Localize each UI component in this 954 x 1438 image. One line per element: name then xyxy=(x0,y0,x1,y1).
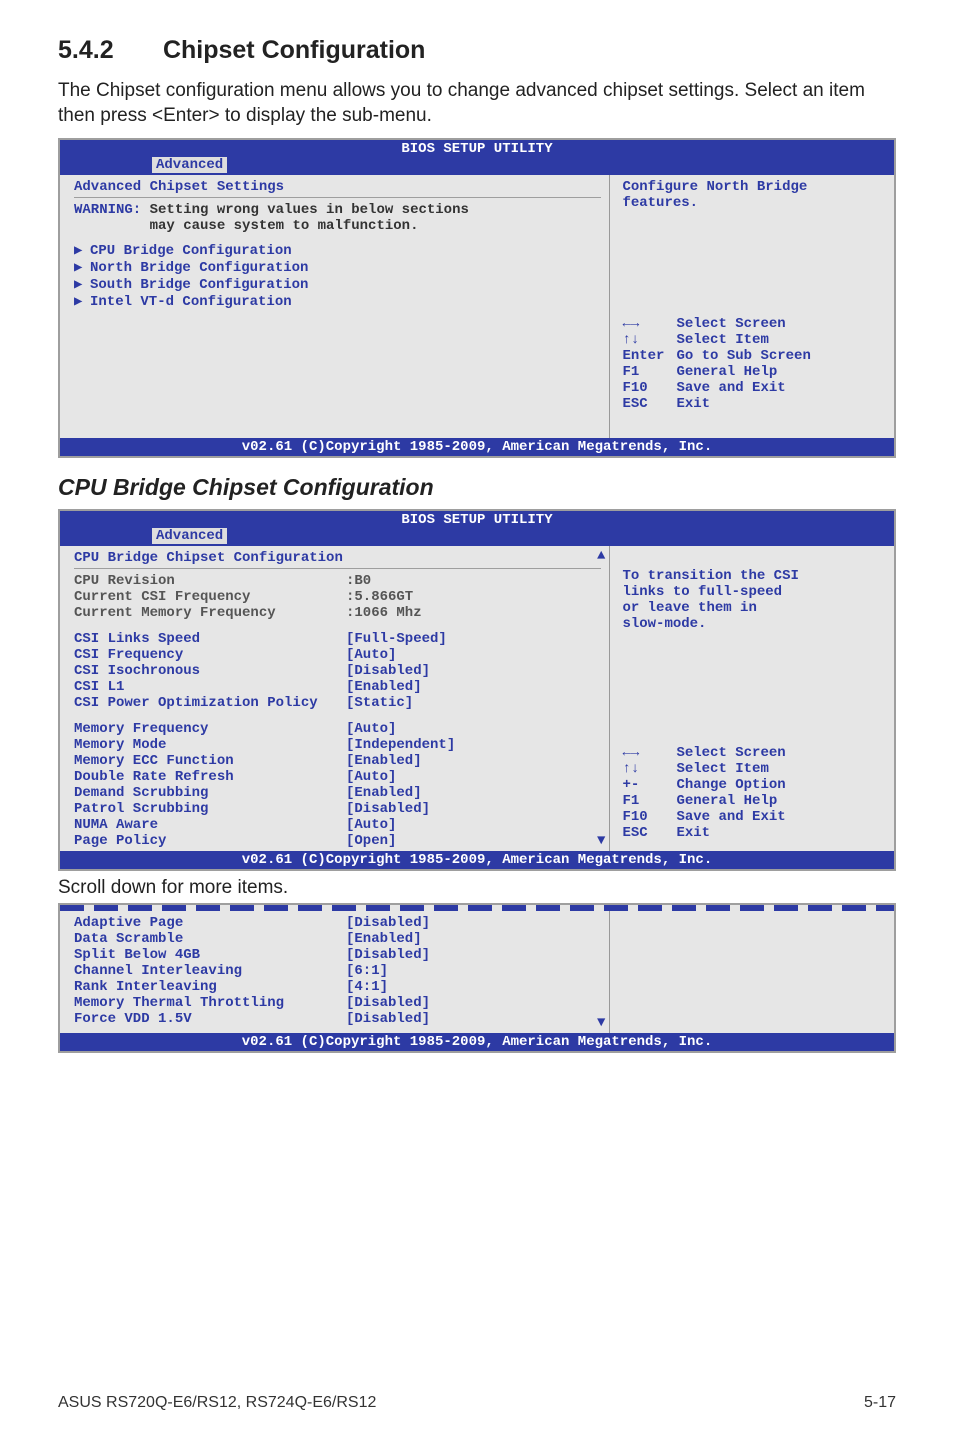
bios-tab-advanced[interactable]: Advanced xyxy=(152,157,227,173)
footer-left: ASUS RS720Q-E6/RS12, RS724Q-E6/RS12 xyxy=(58,1394,376,1412)
bios-pane-heading: CPU Bridge Chipset Configuration xyxy=(74,550,601,566)
nav-f1: F1General Help xyxy=(622,793,886,809)
bios-help-line: links to full-speed xyxy=(622,584,886,600)
bios-tab-bar: Advanced xyxy=(60,528,894,546)
submenu-arrow-icon: ▶ xyxy=(74,259,90,276)
nav-select-item: ↑↓Select Item xyxy=(622,761,886,777)
menu-label: South Bridge Configuration xyxy=(90,277,308,293)
divider xyxy=(74,568,601,569)
bios-header-title: BIOS SETUP UTILITY xyxy=(60,141,894,157)
nav-enter: EnterGo to Sub Screen xyxy=(622,348,886,364)
opt-csi-l1[interactable]: CSI L1[Enabled] xyxy=(74,679,601,695)
fragment-left-pane: Adaptive Page[Disabled] Data Scramble[En… xyxy=(60,911,610,1033)
nav-select-screen: ←→Select Screen xyxy=(622,745,886,761)
opt-rank-interleaving[interactable]: Rank Interleaving[4:1] xyxy=(74,979,601,995)
bios-screenshot-1: BIOS SETUP UTILITY Advanced Advanced Chi… xyxy=(58,138,896,458)
menu-item-intel-vtd[interactable]: ▶ Intel VT-d Configuration xyxy=(74,293,601,310)
opt-channel-interleaving[interactable]: Channel Interleaving[6:1] xyxy=(74,963,601,979)
menu-label: Intel VT-d Configuration xyxy=(90,294,292,310)
opt-csi-links-speed[interactable]: CSI Links Speed[Full-Speed] xyxy=(74,631,601,647)
opt-data-scramble[interactable]: Data Scramble[Enabled] xyxy=(74,931,601,947)
scroll-up-icon[interactable]: ▲ xyxy=(597,548,605,564)
opt-mem-ecc[interactable]: Memory ECC Function[Enabled] xyxy=(74,753,601,769)
submenu-arrow-icon: ▶ xyxy=(74,242,90,259)
bios-scroll-fragment: Adaptive Page[Disabled] Data Scramble[En… xyxy=(58,903,896,1053)
bios-screenshot-2: BIOS SETUP UTILITY Advanced ▲ CPU Bridge… xyxy=(58,509,896,871)
bios-left-pane: ▲ CPU Bridge Chipset Configuration CPU R… xyxy=(60,546,610,851)
nav-change-option: +-Change Option xyxy=(622,777,886,793)
menu-item-north-bridge[interactable]: ▶ North Bridge Configuration xyxy=(74,259,601,276)
opt-patrol-scrubbing[interactable]: Patrol Scrubbing[Disabled] xyxy=(74,801,601,817)
divider xyxy=(74,197,601,198)
readonly-cpu-revision: CPU Revision:B0 xyxy=(74,573,601,589)
bios-help-line: To transition the CSI xyxy=(622,568,886,584)
submenu-arrow-icon: ▶ xyxy=(74,293,90,310)
opt-force-vdd[interactable]: Force VDD 1.5V[Disabled] xyxy=(74,1011,601,1027)
nav-esc: ESCExit xyxy=(622,396,886,412)
menu-label: North Bridge Configuration xyxy=(90,260,308,276)
nav-f10: F10Save and Exit xyxy=(622,380,886,396)
bios-pane-heading: Advanced Chipset Settings xyxy=(74,179,601,195)
bios-warning-line2: may cause system to malfunction. xyxy=(150,218,469,234)
bios-warning-label: WARNING: xyxy=(74,202,141,234)
menu-item-south-bridge[interactable]: ▶ South Bridge Configuration xyxy=(74,276,601,293)
fragment-right-pane xyxy=(610,911,894,1033)
opt-numa-aware[interactable]: NUMA Aware[Auto] xyxy=(74,817,601,833)
opt-adaptive-page[interactable]: Adaptive Page[Disabled] xyxy=(74,915,601,931)
bios-tab-bar: Advanced xyxy=(60,157,894,175)
opt-page-policy[interactable]: Page Policy[Open] xyxy=(74,833,601,849)
opt-csi-isochronous[interactable]: CSI Isochronous[Disabled] xyxy=(74,663,601,679)
opt-demand-scrubbing[interactable]: Demand Scrubbing[Enabled] xyxy=(74,785,601,801)
bios-help-line: features. xyxy=(622,195,886,211)
opt-csi-power-opt[interactable]: CSI Power Optimization Policy[Static] xyxy=(74,695,601,711)
bios-right-pane: To transition the CSI links to full-spee… xyxy=(610,546,894,851)
bios-warning-line1: Setting wrong values in below sections xyxy=(150,202,469,218)
nav-esc: ESCExit xyxy=(622,825,886,841)
bios-help-line: or leave them in xyxy=(622,600,886,616)
nav-f1: F1General Help xyxy=(622,364,886,380)
opt-mem-mode[interactable]: Memory Mode[Independent] xyxy=(74,737,601,753)
bios-tab-advanced[interactable]: Advanced xyxy=(152,528,227,544)
bios-left-pane: Advanced Chipset Settings WARNING: Setti… xyxy=(60,175,610,438)
section-title-text: Chipset Configuration xyxy=(163,36,425,64)
nav-select-screen: ←→Select Screen xyxy=(622,316,886,332)
opt-mem-frequency[interactable]: Memory Frequency[Auto] xyxy=(74,721,601,737)
readonly-mem-freq: Current Memory Frequency:1066 Mhz xyxy=(74,605,601,621)
bios-header: BIOS SETUP UTILITY Advanced xyxy=(60,140,894,175)
readonly-csi-freq: Current CSI Frequency:5.866GT xyxy=(74,589,601,605)
bios-help-line: Configure North Bridge xyxy=(622,179,886,195)
scroll-down-icon[interactable]: ▼ xyxy=(597,833,605,849)
scroll-note: Scroll down for more items. xyxy=(58,877,896,899)
bios-copyright-footer: v02.61 (C)Copyright 1985-2009, American … xyxy=(60,438,894,456)
menu-item-cpu-bridge[interactable]: ▶ CPU Bridge Configuration xyxy=(74,242,601,259)
page-footer: ASUS RS720Q-E6/RS12, RS724Q-E6/RS12 5-17 xyxy=(58,1394,896,1412)
section-heading: 5.4.2 Chipset Configuration xyxy=(58,36,896,65)
nav-f10: F10Save and Exit xyxy=(622,809,886,825)
opt-mem-thermal-throttling[interactable]: Memory Thermal Throttling[Disabled] xyxy=(74,995,601,1011)
submenu-arrow-icon: ▶ xyxy=(74,276,90,293)
section-number: 5.4.2 xyxy=(58,36,156,65)
sub-section-heading: CPU Bridge Chipset Configuration xyxy=(58,474,896,501)
nav-select-item: ↑↓Select Item xyxy=(622,332,886,348)
bios-right-pane: Configure North Bridge features. ←→Selec… xyxy=(610,175,894,438)
bios-copyright-footer: v02.61 (C)Copyright 1985-2009, American … xyxy=(60,1033,894,1051)
menu-label: CPU Bridge Configuration xyxy=(90,243,292,259)
intro-paragraph: The Chipset configuration menu allows yo… xyxy=(58,79,896,128)
footer-right: 5-17 xyxy=(864,1394,896,1412)
opt-double-rate-refresh[interactable]: Double Rate Refresh[Auto] xyxy=(74,769,601,785)
bios-help-line: slow-mode. xyxy=(622,616,886,632)
scroll-down-icon[interactable]: ▼ xyxy=(597,1015,605,1031)
bios-header-title: BIOS SETUP UTILITY xyxy=(60,512,894,528)
bios-copyright-footer: v02.61 (C)Copyright 1985-2009, American … xyxy=(60,851,894,869)
bios-header: BIOS SETUP UTILITY Advanced xyxy=(60,511,894,546)
opt-split-below-4gb[interactable]: Split Below 4GB[Disabled] xyxy=(74,947,601,963)
opt-csi-frequency[interactable]: CSI Frequency[Auto] xyxy=(74,647,601,663)
